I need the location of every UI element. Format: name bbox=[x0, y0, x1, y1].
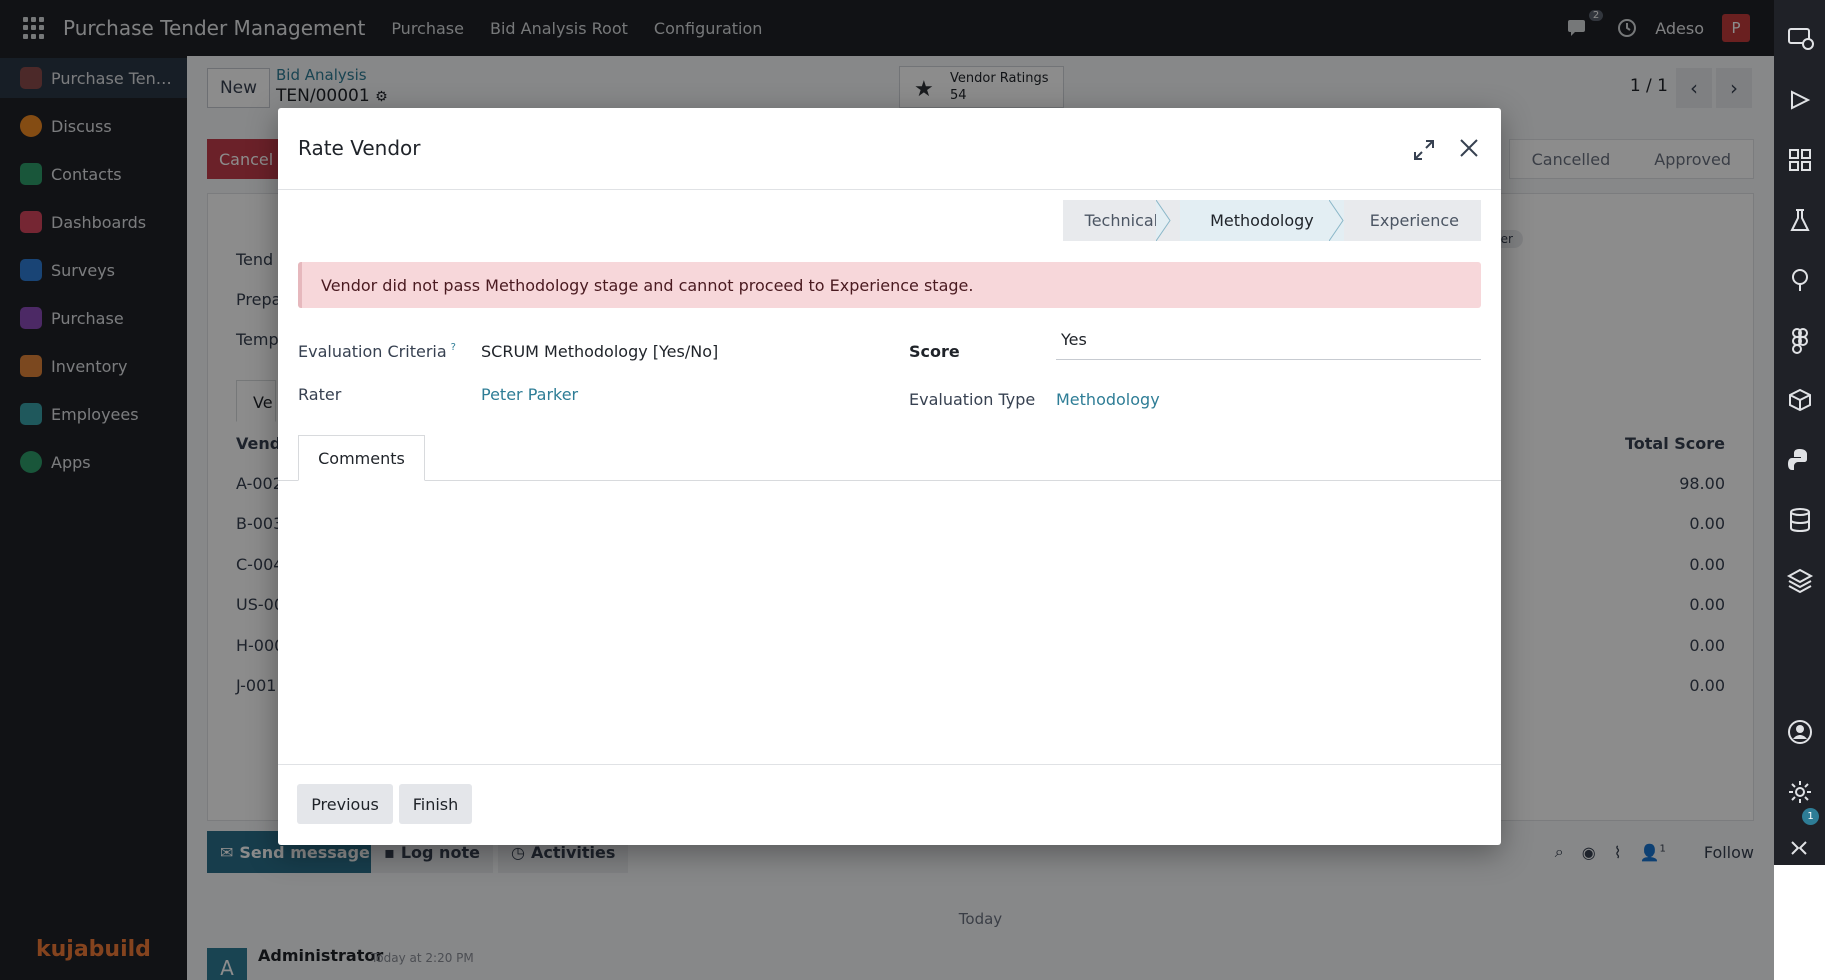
evaluation-criteria-label: Evaluation Criteria? bbox=[298, 342, 456, 361]
stage-statusbar: Technical Methodology Experience bbox=[1062, 200, 1481, 241]
stage-arrow-separator bbox=[1155, 200, 1171, 241]
collapse-icon[interactable] bbox=[1786, 838, 1814, 858]
bug-icon[interactable] bbox=[1786, 86, 1814, 114]
rater-link[interactable]: Peter Parker bbox=[481, 385, 578, 404]
database-icon[interactable] bbox=[1786, 506, 1814, 534]
close-icon[interactable] bbox=[1457, 136, 1481, 160]
score-select[interactable]: Yes bbox=[1056, 322, 1481, 360]
evaluation-type-label: Evaluation Type bbox=[909, 390, 1036, 409]
settings-icon[interactable] bbox=[1786, 778, 1814, 806]
odoo-shell: Purchase Tender Management Purchase Bid … bbox=[0, 0, 1774, 980]
error-alert: Vendor did not pass Methodology stage an… bbox=[298, 262, 1481, 308]
stage-experience[interactable]: Experience bbox=[1344, 200, 1481, 241]
python-icon[interactable] bbox=[1786, 446, 1814, 474]
expand-icon[interactable] bbox=[1413, 139, 1435, 161]
account-icon[interactable] bbox=[1786, 718, 1814, 746]
right-dock: 1 bbox=[1774, 0, 1825, 865]
tab-divider bbox=[278, 480, 1501, 481]
previous-button[interactable]: Previous bbox=[297, 784, 393, 824]
screen-cast-icon[interactable] bbox=[1786, 24, 1814, 52]
finish-button[interactable]: Finish bbox=[399, 784, 472, 824]
stage-arrow-separator bbox=[1328, 200, 1344, 241]
evaluation-type-link[interactable]: Methodology bbox=[1056, 390, 1160, 409]
tab-comments[interactable]: Comments bbox=[298, 435, 425, 481]
rate-vendor-dialog: Rate Vendor Technical Methodology Experi… bbox=[278, 108, 1501, 845]
rater-label: Rater bbox=[298, 385, 342, 404]
widgets-icon[interactable] bbox=[1786, 146, 1814, 174]
score-label: Score bbox=[909, 342, 960, 361]
layers-icon[interactable] bbox=[1786, 566, 1814, 594]
modal-footer: Previous Finish bbox=[278, 764, 1501, 845]
stage-methodology-active[interactable]: Methodology bbox=[1180, 200, 1344, 241]
flask-icon[interactable] bbox=[1786, 206, 1814, 234]
modal-header: Rate Vendor bbox=[278, 108, 1501, 190]
settings-notification-badge: 1 bbox=[1802, 808, 1819, 825]
package-icon[interactable] bbox=[1786, 386, 1814, 414]
app-root: Purchase Tender Management Purchase Bid … bbox=[0, 0, 1825, 980]
evaluation-criteria-value: SCRUM Methodology [Yes/No] bbox=[481, 342, 719, 361]
modal-title: Rate Vendor bbox=[298, 136, 421, 160]
evaluation-criteria-label-text: Evaluation Criteria bbox=[298, 342, 447, 361]
help-tooltip-icon[interactable]: ? bbox=[451, 342, 456, 353]
figma-icon[interactable] bbox=[1786, 326, 1814, 354]
tree-icon[interactable] bbox=[1786, 266, 1814, 294]
